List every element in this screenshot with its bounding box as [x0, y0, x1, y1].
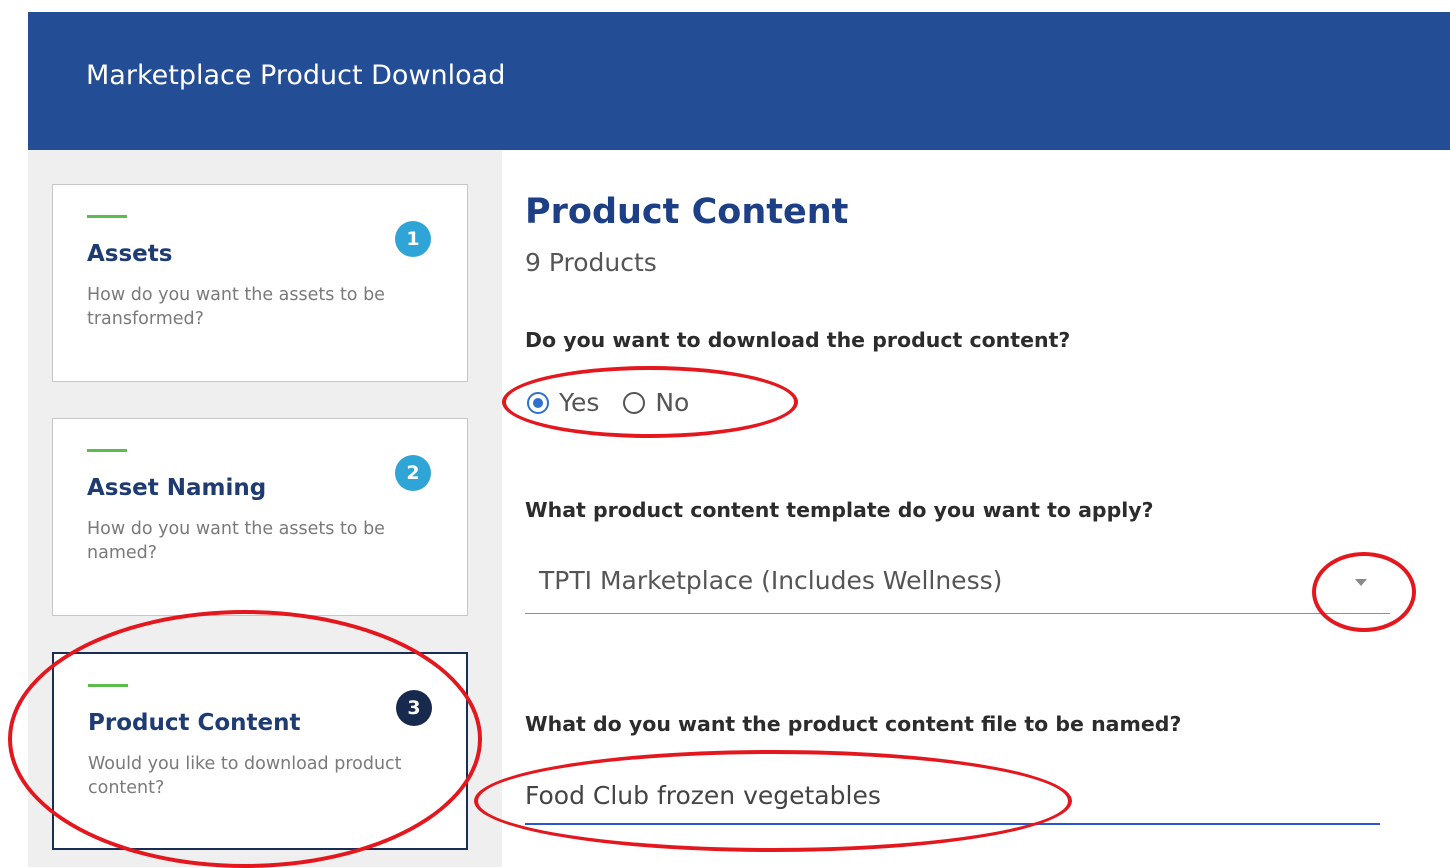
app-header: Marketplace Product Download: [28, 12, 1450, 150]
step-description: How do you want the assets to be transfo…: [87, 285, 385, 329]
product-count: 9 Products: [525, 248, 657, 277]
download-radio-group: Yes No: [527, 388, 703, 417]
radio-no-label: No: [655, 388, 690, 417]
filename-input[interactable]: [525, 768, 1380, 825]
radio-no-circle[interactable]: [623, 391, 646, 414]
chevron-down-icon[interactable]: [1355, 579, 1367, 586]
step-card-assets[interactable]: Assets How do you want the assets to be …: [52, 184, 468, 382]
step-title: Asset Naming: [87, 475, 267, 501]
step-description: How do you want the assets to be named?: [87, 519, 385, 563]
step-number-badge: 3: [396, 690, 432, 726]
step-accent-bar: [87, 215, 127, 218]
step-card-asset-naming[interactable]: Asset Naming How do you want the assets …: [52, 418, 468, 616]
section-title: Product Content: [525, 192, 849, 232]
radio-no[interactable]: No: [623, 388, 689, 417]
app-title: Marketplace Product Download: [86, 60, 506, 91]
template-select-value: TPTI Marketplace (Includes Wellness): [539, 566, 1003, 595]
steps-sidebar: Assets How do you want the assets to be …: [28, 150, 502, 867]
step-title: Assets: [87, 241, 173, 267]
step-accent-bar: [87, 449, 127, 452]
template-question: What product content template do you wan…: [525, 498, 1154, 522]
filename-question: What do you want the product content fil…: [525, 712, 1182, 736]
radio-yes-label: Yes: [559, 388, 600, 417]
main-content: Product Content 9 Products Do you want t…: [525, 150, 1450, 867]
step-number-badge: 2: [395, 455, 431, 491]
template-select[interactable]: TPTI Marketplace (Includes Wellness): [525, 548, 1390, 614]
step-card-product-content[interactable]: Product Content Would you like to downlo…: [52, 652, 468, 850]
step-number-badge: 1: [395, 221, 431, 257]
step-accent-bar: [88, 684, 128, 687]
radio-yes-circle[interactable]: [527, 391, 549, 414]
download-question: Do you want to download the product cont…: [525, 328, 1071, 352]
radio-yes[interactable]: Yes: [527, 388, 599, 417]
step-title: Product Content: [88, 710, 301, 736]
step-description: Would you like to download product conte…: [88, 754, 402, 798]
